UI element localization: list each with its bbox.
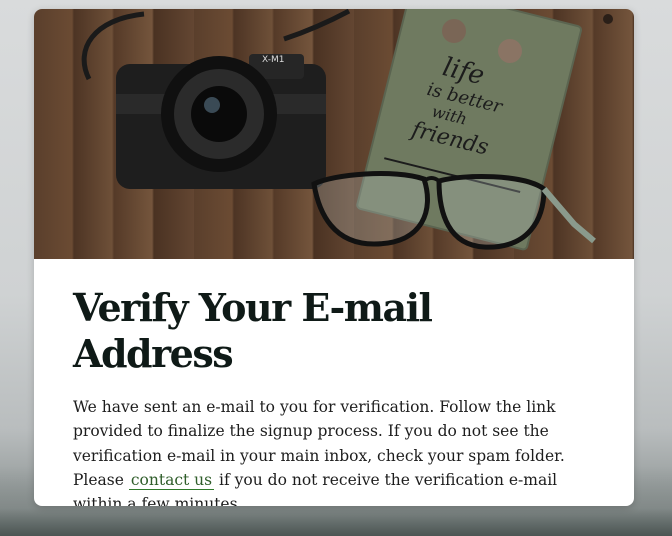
pin-icon xyxy=(442,19,466,43)
hero-photo-illustration: X-M1 life is better with friends xyxy=(81,9,613,251)
page-title: Verify Your E-mail Address xyxy=(73,285,433,376)
camera-brand-label: X-M1 xyxy=(262,55,284,65)
verification-message: We have sent an e-mail to you for verifi… xyxy=(73,395,595,506)
contact-us-link[interactable]: contact us xyxy=(128,470,215,490)
pin-icon xyxy=(498,39,522,63)
eyeglasses xyxy=(311,171,596,250)
verification-card: X-M1 life is better with friends Verify … xyxy=(34,9,634,506)
hero-image: X-M1 life is better with friends xyxy=(34,9,634,259)
